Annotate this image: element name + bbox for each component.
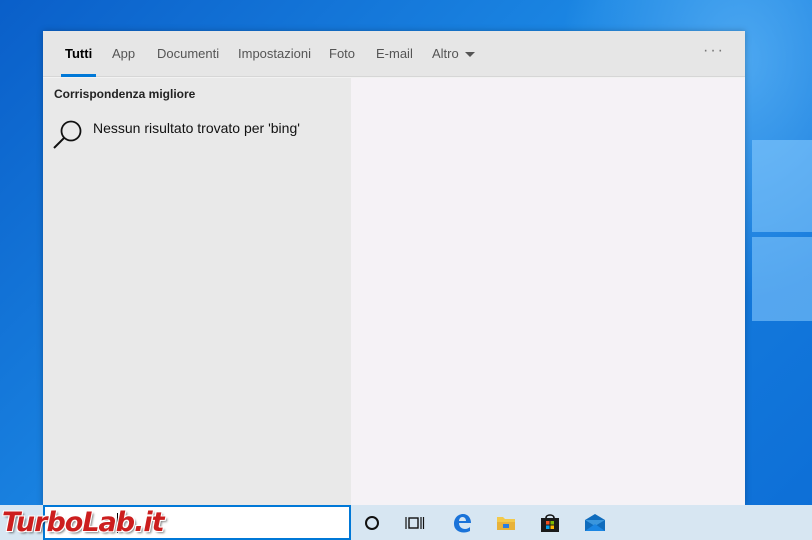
tab-label: Documenti bbox=[157, 46, 220, 61]
tab-app[interactable]: App bbox=[112, 31, 135, 77]
search-panel: Tutti App Documenti Impostazioni Foto E-… bbox=[43, 31, 745, 505]
tab-label: E-mail bbox=[376, 46, 413, 61]
windows-logo-pane bbox=[752, 140, 812, 232]
windows-logo-pane bbox=[752, 237, 812, 321]
tab-foto[interactable]: Foto bbox=[329, 31, 355, 77]
store-icon[interactable] bbox=[538, 511, 562, 535]
list-item[interactable]: Nessun risultato trovato per 'bing' bbox=[51, 114, 341, 154]
chevron-down-icon bbox=[464, 52, 475, 58]
watermark-logo: TurboLab.it bbox=[2, 507, 165, 538]
best-match-heading: Corrispondenza migliore bbox=[54, 87, 196, 101]
search-tabs-bar: Tutti App Documenti Impostazioni Foto E-… bbox=[43, 31, 745, 77]
preview-pane bbox=[351, 78, 745, 505]
tab-email[interactable]: E-mail bbox=[376, 31, 413, 77]
tab-label: Tutti bbox=[65, 46, 93, 61]
search-icon bbox=[53, 120, 82, 149]
result-text: Nessun risultato trovato per 'bing' bbox=[93, 120, 300, 136]
tab-impostazioni[interactable]: Impostazioni bbox=[238, 31, 311, 77]
tab-label: Impostazioni bbox=[238, 46, 311, 61]
file-explorer-icon[interactable] bbox=[494, 511, 518, 535]
mail-icon[interactable] bbox=[583, 511, 607, 535]
task-view-icon[interactable] bbox=[403, 511, 427, 535]
tab-documenti[interactable]: Documenti bbox=[157, 31, 219, 77]
cortana-icon[interactable] bbox=[360, 511, 384, 535]
results-list: Corrispondenza migliore Nessun risultato… bbox=[43, 78, 351, 505]
tab-label: App bbox=[112, 46, 136, 61]
tab-label: Foto bbox=[329, 46, 356, 61]
edge-icon[interactable] bbox=[450, 511, 474, 535]
tab-tutti[interactable]: Tutti bbox=[60, 31, 97, 77]
tab-label: Altro bbox=[432, 46, 459, 61]
tab-altro[interactable]: Altro bbox=[432, 31, 475, 77]
more-options-button[interactable]: ··· bbox=[703, 31, 725, 77]
